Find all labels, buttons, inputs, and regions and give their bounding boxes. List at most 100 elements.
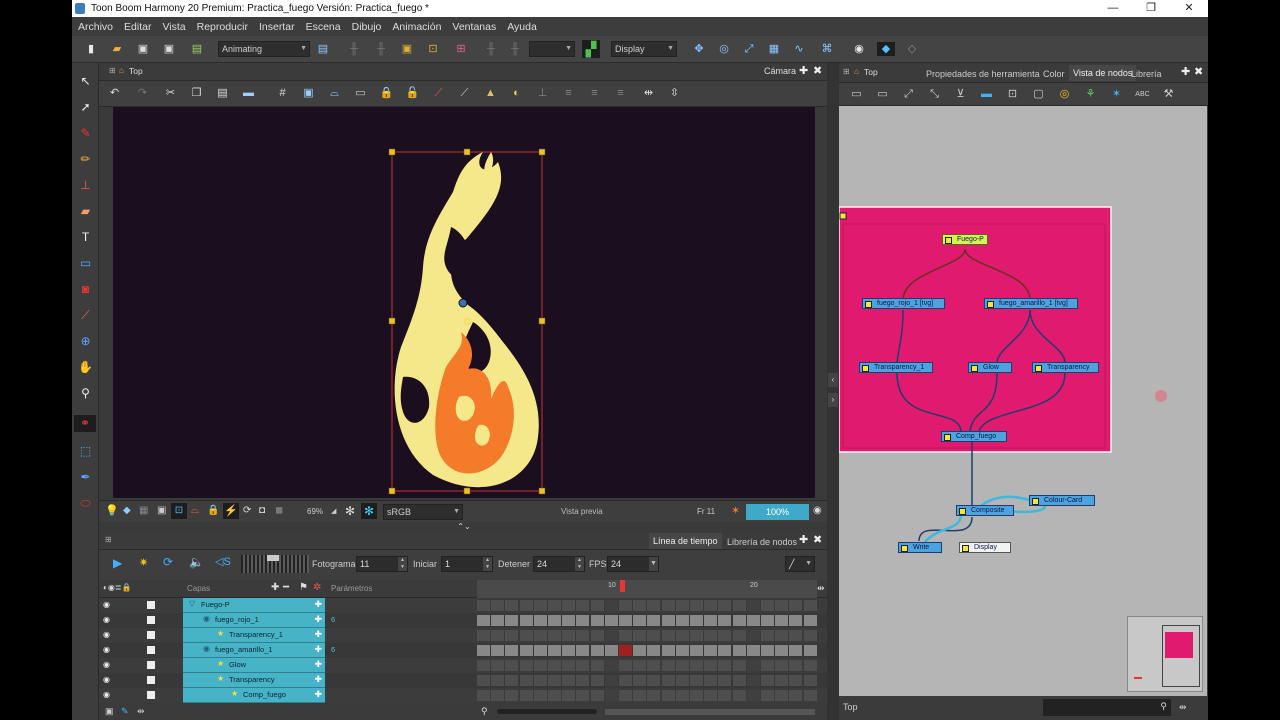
iniciar-input[interactable]: 1 ▲ ▼ [441, 556, 493, 572]
layer-expand-icon[interactable]: ✚ [314, 614, 322, 625]
frame-cell[interactable] [590, 645, 604, 656]
frame-cell[interactable] [761, 645, 774, 656]
flip-v-icon[interactable]: ⇳ [667, 86, 682, 101]
frame-cell[interactable] [661, 630, 675, 641]
layer-stack-icon[interactable]: ◇ [905, 42, 919, 56]
frame-cell[interactable] [690, 615, 703, 626]
layer-visibility-icon[interactable]: ◉ [103, 660, 110, 669]
frame-cell[interactable] [619, 630, 632, 641]
layer-name-cell[interactable]: ★ Comp_fuego ✚ [183, 688, 325, 703]
frame-cell[interactable] [661, 690, 675, 701]
eraser-tool-icon[interactable]: ▰ [77, 203, 94, 220]
layer-frames[interactable] [477, 658, 817, 673]
play-icon[interactable]: ▶ [113, 556, 122, 570]
timeline-zoom-slider[interactable] [497, 709, 597, 714]
menu-reproducir[interactable]: Reproducir [197, 21, 248, 33]
node-tool-11-icon[interactable]: ✶ [1109, 87, 1124, 102]
frame-cell[interactable] [519, 660, 533, 671]
frame-cell[interactable] [633, 660, 647, 671]
frame-cell[interactable] [533, 615, 547, 626]
frame-cell[interactable] [505, 600, 519, 611]
frame-cell[interactable] [661, 615, 675, 626]
frame-cell[interactable] [675, 675, 689, 686]
frame-cell[interactable] [746, 675, 760, 686]
frame-cell[interactable] [562, 690, 576, 701]
frame-cell[interactable] [576, 675, 590, 686]
frame-cell[interactable] [505, 630, 519, 641]
layer-name-cell[interactable]: ★ Glow ✚ [183, 658, 325, 673]
frame-cell[interactable] [789, 675, 803, 686]
frame-cell[interactable] [477, 690, 490, 701]
frame-cell[interactable] [803, 630, 817, 641]
frame-cell[interactable] [491, 660, 505, 671]
node-status-arrows-icon[interactable]: ⇹ [1179, 702, 1187, 713]
frame-cell[interactable] [761, 690, 774, 701]
node-tool-1-icon[interactable]: ▭ [849, 87, 864, 102]
node-tool-13-icon[interactable]: ⚒ [1161, 87, 1176, 102]
stack-icon-2[interactable]: ≡ [587, 86, 602, 101]
frame-cell[interactable] [604, 630, 618, 641]
layer-frames[interactable] [477, 643, 817, 658]
frame-cell[interactable] [704, 600, 718, 611]
timeline-footer-icon-2[interactable]: ✎ [121, 706, 129, 717]
camera-icon[interactable]: ◘ [259, 505, 265, 516]
frame-cell[interactable] [505, 615, 519, 626]
frame-cell[interactable] [775, 675, 789, 686]
stamp-tool-icon[interactable]: ⊥ [77, 177, 94, 194]
frame-cell[interactable] [533, 675, 547, 686]
frame-cell[interactable] [690, 675, 703, 686]
layer-expand-icon[interactable]: ✚ [314, 659, 322, 670]
node-tool-8-icon[interactable]: ▢ [1031, 87, 1046, 102]
frame-cell[interactable] [761, 660, 774, 671]
node-tool-10-icon[interactable]: ⚘ [1083, 87, 1098, 102]
node-tool-7-icon[interactable]: ⊡ [1005, 87, 1020, 102]
color-space-select[interactable]: sRGB ▼ [383, 504, 463, 520]
workspace-manager-icon[interactable]: ▤ [316, 42, 330, 56]
tab-libreria[interactable]: Librería [1127, 66, 1166, 82]
zoom-dropdown-icon[interactable]: ◢ [331, 507, 336, 515]
menu-animacion[interactable]: Animación [392, 21, 441, 33]
frame-cell[interactable] [732, 600, 746, 611]
frame-cell[interactable] [675, 690, 689, 701]
preview-eye-icon[interactable]: ◉ [813, 505, 822, 516]
undo-icon[interactable]: ↶ [107, 86, 122, 101]
frame-cell[interactable] [590, 600, 604, 611]
current-frame-icon[interactable]: ⊡ [171, 503, 187, 519]
render-icon[interactable]: ◼ [275, 505, 283, 516]
frame-cell[interactable] [548, 630, 561, 641]
maximize-button[interactable]: ❐ [1134, 0, 1168, 17]
dropper-tool-icon[interactable]: ⟋ [77, 307, 94, 324]
frame-cell[interactable] [619, 675, 632, 686]
ruler-icon[interactable]: ▭ [353, 86, 368, 101]
frame-cell[interactable] [803, 615, 817, 626]
interpolation-select[interactable]: ╱ ▼ [785, 556, 815, 572]
tab-libreria-de-nodos[interactable]: Librería de nodos [723, 534, 801, 550]
light-bulb-icon[interactable]: 💡 [105, 504, 119, 517]
menu-insertar[interactable]: Insertar [259, 21, 295, 33]
tab-linea-de-tiempo[interactable]: Línea de tiempo [649, 533, 722, 549]
node-breadcrumb[interactable]: Top [864, 67, 878, 77]
layer-color-swatch[interactable] [147, 631, 155, 639]
lock-icon[interactable]: 🔒 [379, 86, 394, 101]
frame-cell[interactable] [491, 600, 505, 611]
reset-view-icon[interactable]: ▣ [400, 42, 414, 56]
frame-cell[interactable] [704, 645, 718, 656]
frame-cell[interactable] [548, 660, 561, 671]
menu-dibujo[interactable]: Dibujo [352, 21, 382, 33]
onion-icon[interactable]: ⌓ [327, 86, 342, 101]
node-tool-2-icon[interactable]: ▭ [875, 87, 890, 102]
frame-cell[interactable] [604, 600, 618, 611]
layer-color-swatch[interactable] [147, 691, 155, 699]
frame-cell[interactable] [718, 630, 732, 641]
grid-icon[interactable]: ⊞ [454, 42, 468, 56]
flip-icon[interactable]: ▬ [241, 86, 256, 101]
layer-expand-icon[interactable]: ✚ [314, 674, 322, 685]
frame-cell[interactable] [704, 615, 718, 626]
node-navigator[interactable] [1127, 616, 1203, 692]
light-icon[interactable]: ◐ [509, 86, 524, 101]
frame-cell[interactable] [690, 630, 703, 641]
frame-cell[interactable] [803, 600, 817, 611]
frame-cell[interactable] [803, 675, 817, 686]
frame-cell[interactable] [576, 645, 590, 656]
layer-row[interactable]: ◉ ★ Comp_fuego ✚ [99, 688, 827, 703]
